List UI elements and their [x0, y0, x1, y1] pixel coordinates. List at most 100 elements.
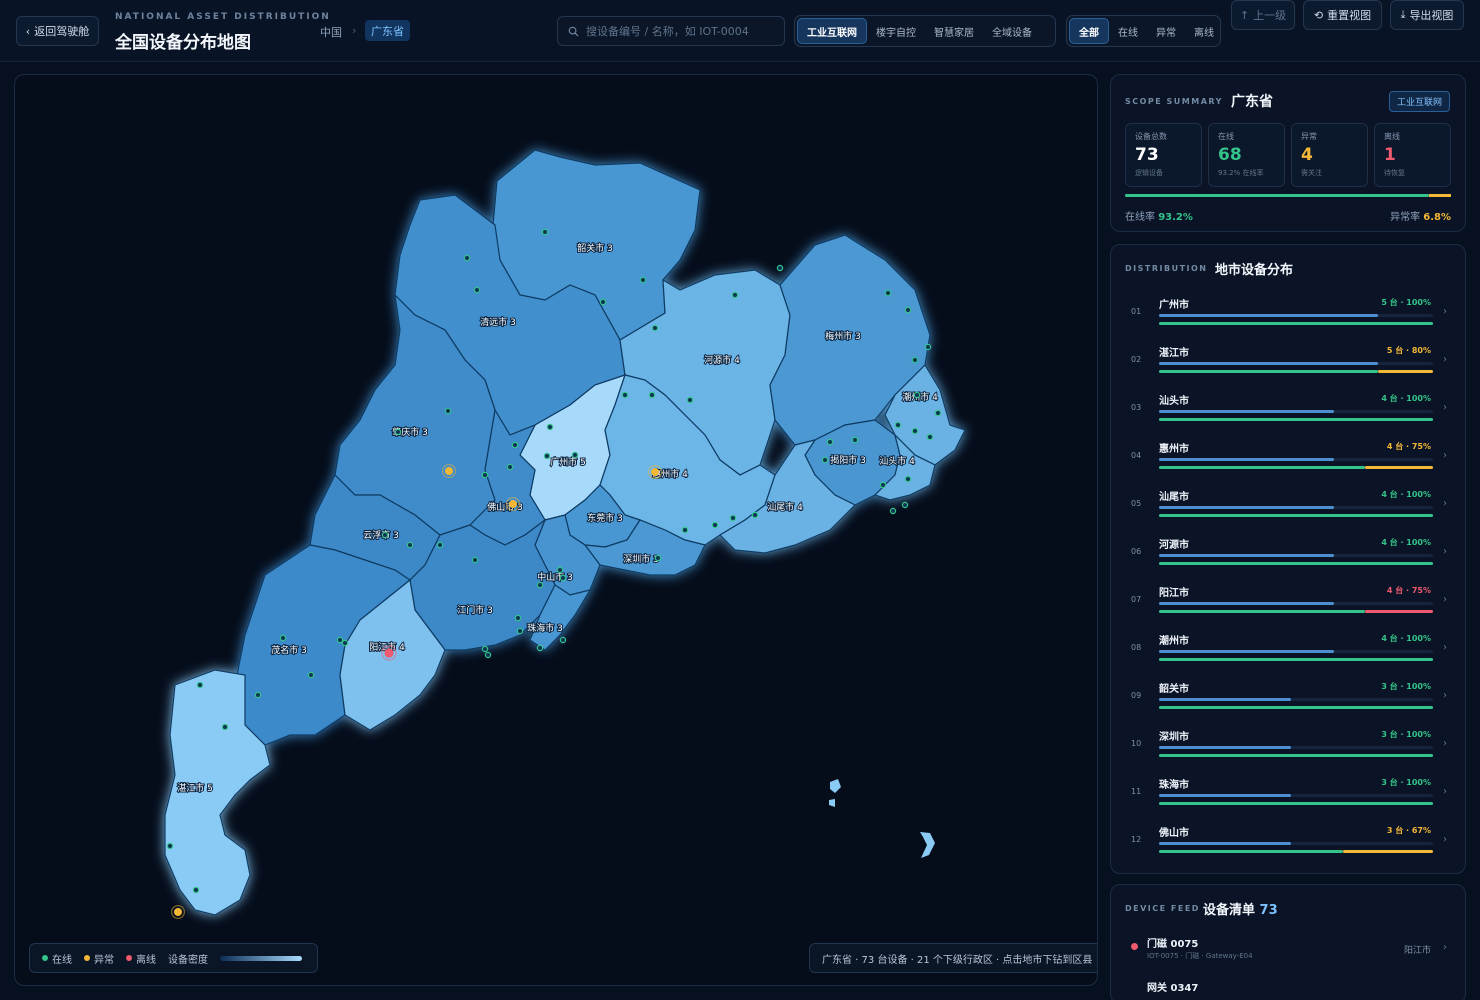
device-marker[interactable]: [445, 467, 454, 476]
device-marker[interactable]: [484, 651, 492, 659]
distribution-row[interactable]: 07 阳江市 4 台 · 75% ›: [1125, 577, 1451, 625]
status-filter-abnormal[interactable]: 异常: [1147, 18, 1185, 44]
device-marker[interactable]: [889, 507, 897, 515]
device-marker[interactable]: [516, 627, 524, 635]
device-marker[interactable]: [911, 356, 919, 364]
device-marker[interactable]: [436, 541, 444, 549]
device-marker[interactable]: [559, 636, 567, 644]
scene-tab-building[interactable]: 楼宇自控: [867, 18, 925, 44]
device-marker[interactable]: [821, 456, 829, 464]
device-marker[interactable]: [826, 438, 834, 446]
device-marker[interactable]: [514, 614, 522, 622]
device-marker[interactable]: [541, 228, 549, 236]
province-map[interactable]: 韶关市 3清远市 3河源市 4梅州市 3潮州市 4肇庆市 3广州市 5惠州市 4…: [15, 75, 1098, 986]
device-marker[interactable]: [384, 648, 394, 658]
distribution-row[interactable]: 09 韶关市 3 台 · 100% ›: [1125, 673, 1451, 721]
device-marker[interactable]: [924, 343, 932, 351]
back-button[interactable]: ‹ 返回驾驶舱: [16, 16, 99, 46]
device-marker[interactable]: [911, 427, 919, 435]
device-marker[interactable]: [571, 451, 579, 459]
scene-tab-smart-home[interactable]: 智慧家居: [925, 18, 983, 44]
device-marker[interactable]: [621, 391, 629, 399]
device-marker[interactable]: [546, 423, 554, 431]
device-marker[interactable]: [884, 289, 892, 297]
device-marker[interactable]: [654, 554, 662, 562]
distribution-row[interactable]: 04 惠州市 4 台 · 75% ›: [1125, 433, 1451, 481]
device-marker[interactable]: [394, 428, 402, 436]
device-marker[interactable]: [934, 409, 942, 417]
device-marker[interactable]: [648, 391, 656, 399]
distribution-row[interactable]: 11 珠海市 3 台 · 100% ›: [1125, 769, 1451, 817]
distribution-row[interactable]: 01 广州市 5 台 · 100% ›: [1125, 289, 1451, 337]
distribution-rank: 07: [1131, 595, 1142, 604]
device-marker[interactable]: [926, 433, 934, 441]
device-marker[interactable]: [894, 421, 902, 429]
device-marker[interactable]: [729, 514, 737, 522]
device-marker[interactable]: [639, 276, 647, 284]
device-marker[interactable]: [913, 391, 921, 399]
distribution-row[interactable]: 03 汕头市 4 台 · 100% ›: [1125, 385, 1451, 433]
device-marker[interactable]: [307, 671, 315, 679]
status-filter-online[interactable]: 在线: [1109, 18, 1147, 44]
device-marker[interactable]: [481, 645, 489, 653]
device-marker[interactable]: [711, 521, 719, 529]
device-marker[interactable]: [904, 475, 912, 483]
distribution-row[interactable]: 06 河源市 4 台 · 100% ›: [1125, 529, 1451, 577]
export-view-button[interactable]: ⤓ 导出视图: [1390, 0, 1464, 30]
device-marker[interactable]: [904, 306, 912, 314]
device-marker[interactable]: [731, 291, 739, 299]
device-marker[interactable]: [509, 500, 518, 509]
device-marker[interactable]: [463, 254, 471, 262]
device-marker[interactable]: [473, 286, 481, 294]
search-box[interactable]: [557, 16, 785, 46]
device-marker[interactable]: [444, 407, 452, 415]
device-marker[interactable]: [776, 264, 784, 272]
device-marker[interactable]: [254, 691, 262, 699]
feed-item[interactable]: 网关 0347: [1125, 973, 1451, 1000]
device-marker[interactable]: [481, 471, 489, 479]
distribution-title: 地市设备分布: [1215, 263, 1294, 278]
distribution-row[interactable]: 12 佛山市 3 台 · 67% ›: [1125, 817, 1451, 865]
device-marker[interactable]: [686, 396, 694, 404]
device-marker[interactable]: [536, 644, 544, 652]
distribution-row[interactable]: 10 深圳市 3 台 · 100% ›: [1125, 721, 1451, 769]
device-marker[interactable]: [192, 886, 200, 894]
device-marker[interactable]: [279, 634, 287, 642]
reset-view-button[interactable]: ⟲ 重置视图: [1303, 0, 1382, 30]
device-marker[interactable]: [851, 436, 859, 444]
device-marker[interactable]: [506, 463, 514, 471]
status-filter-all[interactable]: 全部: [1069, 18, 1109, 44]
device-marker[interactable]: [650, 468, 659, 477]
device-marker[interactable]: [336, 636, 344, 644]
device-marker[interactable]: [651, 324, 659, 332]
status-filter-offline[interactable]: 离线: [1185, 18, 1223, 44]
breadcrumb-province[interactable]: 广东省: [365, 20, 410, 41]
device-marker[interactable]: [681, 526, 689, 534]
device-marker[interactable]: [221, 723, 229, 731]
distribution-row[interactable]: 02 湛江市 5 台 · 80% ›: [1125, 337, 1451, 385]
breadcrumb-country[interactable]: 中国: [320, 24, 342, 40]
device-marker[interactable]: [536, 581, 544, 589]
device-marker[interactable]: [381, 531, 389, 539]
device-marker[interactable]: [556, 566, 564, 574]
device-marker[interactable]: [751, 511, 759, 519]
device-marker[interactable]: [901, 501, 909, 509]
search-input[interactable]: [586, 24, 776, 38]
device-marker[interactable]: [174, 907, 183, 916]
distribution-row[interactable]: 08 潮州市 4 台 · 100% ›: [1125, 625, 1451, 673]
up-level-button[interactable]: ↑ 上一级: [1231, 0, 1295, 30]
device-marker[interactable]: [599, 298, 607, 306]
device-marker[interactable]: [166, 842, 174, 850]
device-marker[interactable]: [341, 639, 349, 647]
device-marker[interactable]: [511, 441, 519, 449]
device-marker[interactable]: [196, 681, 204, 689]
device-marker[interactable]: [471, 556, 479, 564]
device-marker[interactable]: [879, 481, 887, 489]
device-marker[interactable]: [559, 574, 567, 582]
distribution-row[interactable]: 05 汕尾市 4 台 · 100% ›: [1125, 481, 1451, 529]
device-marker[interactable]: [543, 452, 551, 460]
scene-tab-industrial[interactable]: 工业互联网: [797, 18, 867, 44]
scene-tab-all-devices[interactable]: 全域设备: [983, 18, 1041, 44]
feed-item[interactable]: 门磁 0075 IOT-0075 · 门磁 · Gateway-E04 阳江市 …: [1125, 929, 1451, 969]
device-marker[interactable]: [406, 541, 414, 549]
